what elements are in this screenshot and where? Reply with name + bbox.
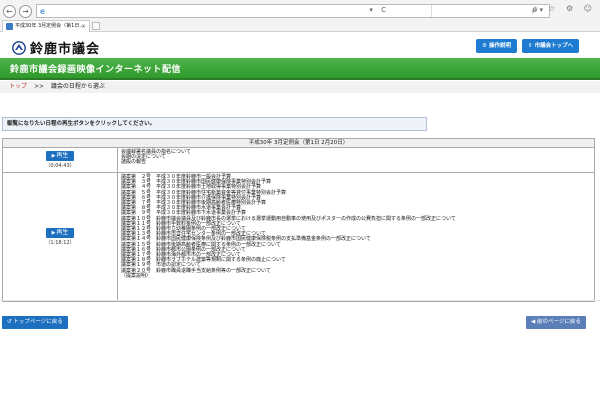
tab-title: 平成30年 3月定例会（第1日… <box>15 23 85 29</box>
banner-title: 鈴鹿市議会録画映像インターネット配信 <box>10 65 182 75</box>
page-icon <box>6 23 13 30</box>
duration: （1:18:12） <box>45 240 75 246</box>
return-icon: ↺ <box>7 319 12 325</box>
close-tab-icon[interactable]: × <box>81 21 86 32</box>
back-button-label: 前のページに戻る <box>536 319 581 325</box>
address-divider <box>431 5 432 17</box>
breadcrumb-current: 議会の日程から選ぶ <box>50 83 105 90</box>
help-button[interactable]: ⚙ 操作説明 <box>476 39 517 53</box>
agenda-list: 会議録署名議員の指名について 会期の決定について 諸般の報告 <box>118 148 594 172</box>
new-tab-button[interactable] <box>92 22 100 30</box>
help-button-label: 操作説明 <box>488 43 511 49</box>
address-bar[interactable]: e ▾ C ρ▾ <box>36 4 550 18</box>
back-nav-button[interactable]: ← <box>3 5 16 18</box>
toolbar-icons[interactable]: ⌂ ☆ ⚙ ☺ <box>533 4 596 13</box>
council-top-button[interactable]: ⇧ 市議会トップへ <box>522 39 580 53</box>
address-controls[interactable]: ▾ C <box>369 6 389 14</box>
site-header: 鈴鹿市議会 ⚙ 操作説明 ⇧ 市議会トップへ <box>0 32 600 58</box>
breadcrumb-separator: >> <box>33 83 44 90</box>
play-button[interactable]: ▶再生 <box>46 151 74 161</box>
arrow-up-icon: ⇧ <box>528 43 533 49</box>
agenda-item: 諸般の報告 <box>121 159 147 166</box>
play-button[interactable]: ▶再生 <box>46 228 74 238</box>
site-logo[interactable]: 鈴鹿市議会 <box>12 38 100 57</box>
city-seal-icon <box>12 40 26 55</box>
back-arrow-icon: ◀ <box>531 319 536 325</box>
play-cell: ▶再生 （1:18:12） <box>3 173 118 301</box>
duration: （0:04:43） <box>45 163 75 169</box>
table-row: ▶再生 （0:04:43） 会議録署名議員の指名について 会期の決定について 諸般の… <box>3 148 594 173</box>
divider <box>0 300 600 301</box>
top-page-button-label: トップページに戻る <box>13 319 63 325</box>
ie-icon: e <box>40 7 45 16</box>
site-name: 鈴鹿市議会 <box>30 42 101 57</box>
play-button-label: 再生 <box>56 229 69 236</box>
forward-nav-button[interactable]: → <box>19 5 32 18</box>
play-icon: ▶ <box>51 153 56 159</box>
top-page-button[interactable]: ↺ トップページに戻る <box>2 316 68 329</box>
table-row: ▶再生 （1:18:12） 議案第 ２号 平成３０年度鈴鹿市一般会計予算 議案第 … <box>3 173 594 301</box>
breadcrumb-top-link[interactable]: トップ <box>9 83 27 90</box>
play-icon: ▶ <box>51 230 56 236</box>
page-banner: 鈴鹿市議会録画映像インターネット配信 <box>0 58 600 80</box>
play-cell: ▶再生 （0:04:43） <box>3 148 118 172</box>
play-button-label: 再生 <box>56 152 69 159</box>
agenda-list: 議案第 ２号 平成３０年度鈴鹿市一般会計予算 議案第 ３号 平成３０年度鈴鹿市国民… <box>118 173 594 301</box>
browser-chrome: ← → e ▾ C ρ▾ ⌂ ☆ ⚙ ☺ 平成30年 3月定例会（第1日… × <box>0 0 600 32</box>
instruction-box: 御覧になりたい日程の再生ボタンをクリックしてください。 <box>2 117 427 131</box>
schedule-table: 平成30年 3月定例会（第1日 2月20日） ▶再生 （0:04:43） 会議録… <box>2 138 595 302</box>
back-button[interactable]: ◀ 前のページに戻る <box>526 316 586 329</box>
session-title: 平成30年 3月定例会（第1日 2月20日） <box>3 139 594 148</box>
browser-tab[interactable]: 平成30年 3月定例会（第1日… × <box>2 20 90 32</box>
gear-icon: ⚙ <box>482 43 487 49</box>
agenda-item: （提案説明） <box>121 272 152 279</box>
council-top-button-label: 市議会トップへ <box>534 43 574 49</box>
breadcrumb: トップ >> 議会の日程から選ぶ <box>0 81 600 93</box>
